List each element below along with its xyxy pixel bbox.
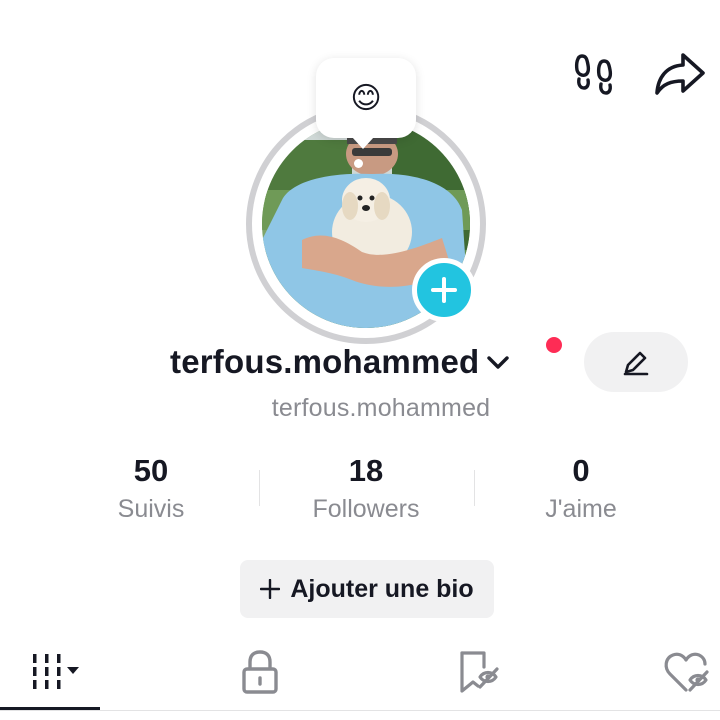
tabs-divider: [0, 710, 720, 711]
status-emoji: 😊: [350, 81, 382, 115]
footprints-icon: [574, 54, 613, 95]
status-bubble[interactable]: 😊: [316, 58, 416, 138]
saved-bookmark-icon: [460, 651, 499, 693]
videos-grid-icon: [33, 654, 79, 689]
add-bio-button[interactable]: Ajouter une bio: [240, 560, 494, 618]
stat-likes[interactable]: 0 J'aime: [481, 452, 681, 528]
tab-liked[interactable]: [638, 636, 720, 708]
account-switcher[interactable]: terfous.mohammed: [170, 338, 511, 386]
caret-down-icon: [67, 667, 79, 674]
edit-profile-button[interactable]: [584, 332, 688, 392]
stat-value: 50: [133, 453, 169, 488]
tab-private[interactable]: [210, 636, 310, 708]
footprints-button[interactable]: [570, 50, 622, 98]
lock-icon: [242, 650, 278, 694]
liked-heart-icon: [664, 652, 709, 692]
stat-label: J'aime: [545, 495, 617, 523]
add-avatar-button[interactable]: [412, 258, 476, 322]
share-button[interactable]: [652, 48, 708, 100]
stat-followers[interactable]: 18 Followers: [266, 452, 466, 528]
chevron-down-icon: [487, 356, 510, 369]
profile-handle: terfous.mohammed: [271, 394, 491, 422]
status-bubble-tail: [352, 137, 374, 149]
add-bio-label: Ajouter une bio: [290, 574, 474, 603]
pencil-icon: [623, 351, 649, 376]
stat-following[interactable]: 50 Suivis: [51, 452, 251, 528]
stat-divider: [474, 470, 475, 506]
tab-saved[interactable]: [428, 636, 528, 708]
stat-label: Followers: [312, 495, 420, 523]
display-name: terfous.mohammed: [170, 343, 480, 380]
stat-value: 18: [348, 453, 384, 488]
plus-icon: [431, 277, 457, 303]
status-bubble-dot: [354, 159, 363, 168]
stat-divider: [259, 470, 260, 506]
tab-videos[interactable]: [0, 636, 100, 708]
plus-icon: [260, 579, 281, 599]
stat-value: 0: [572, 453, 590, 488]
share-arrow-icon: [655, 53, 705, 95]
stat-label: Suivis: [117, 495, 185, 523]
notification-dot: [546, 337, 562, 353]
